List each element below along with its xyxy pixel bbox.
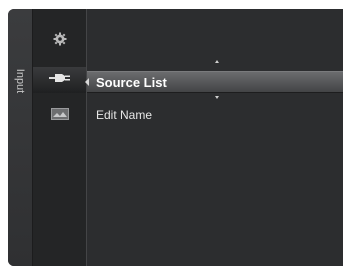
menu-item-label: Source List: [96, 74, 167, 90]
selection-pointer-icon: [85, 78, 89, 86]
monitor-icon: [50, 107, 69, 125]
settings-category[interactable]: [33, 28, 86, 54]
scroll-down-arrow-icon[interactable]: [215, 96, 219, 99]
menu-item-source-list[interactable]: Source List: [87, 71, 343, 93]
category-tab[interactable]: Input: [8, 9, 33, 266]
input-category[interactable]: [33, 67, 86, 93]
category-icon-bar: [33, 9, 87, 266]
settings-menu-panel: Input Source List Edit Name: [8, 9, 343, 266]
menu-item-edit-name[interactable]: Edit Name: [87, 104, 343, 126]
category-tab-label: Input: [14, 68, 26, 94]
menu-content: Source List Edit Name: [87, 9, 343, 266]
menu-item-label: Edit Name: [96, 108, 153, 122]
input-plug-icon: [48, 71, 71, 89]
display-category[interactable]: [33, 103, 86, 129]
scroll-up-arrow-icon[interactable]: [215, 60, 219, 63]
gear-icon: [53, 32, 67, 51]
